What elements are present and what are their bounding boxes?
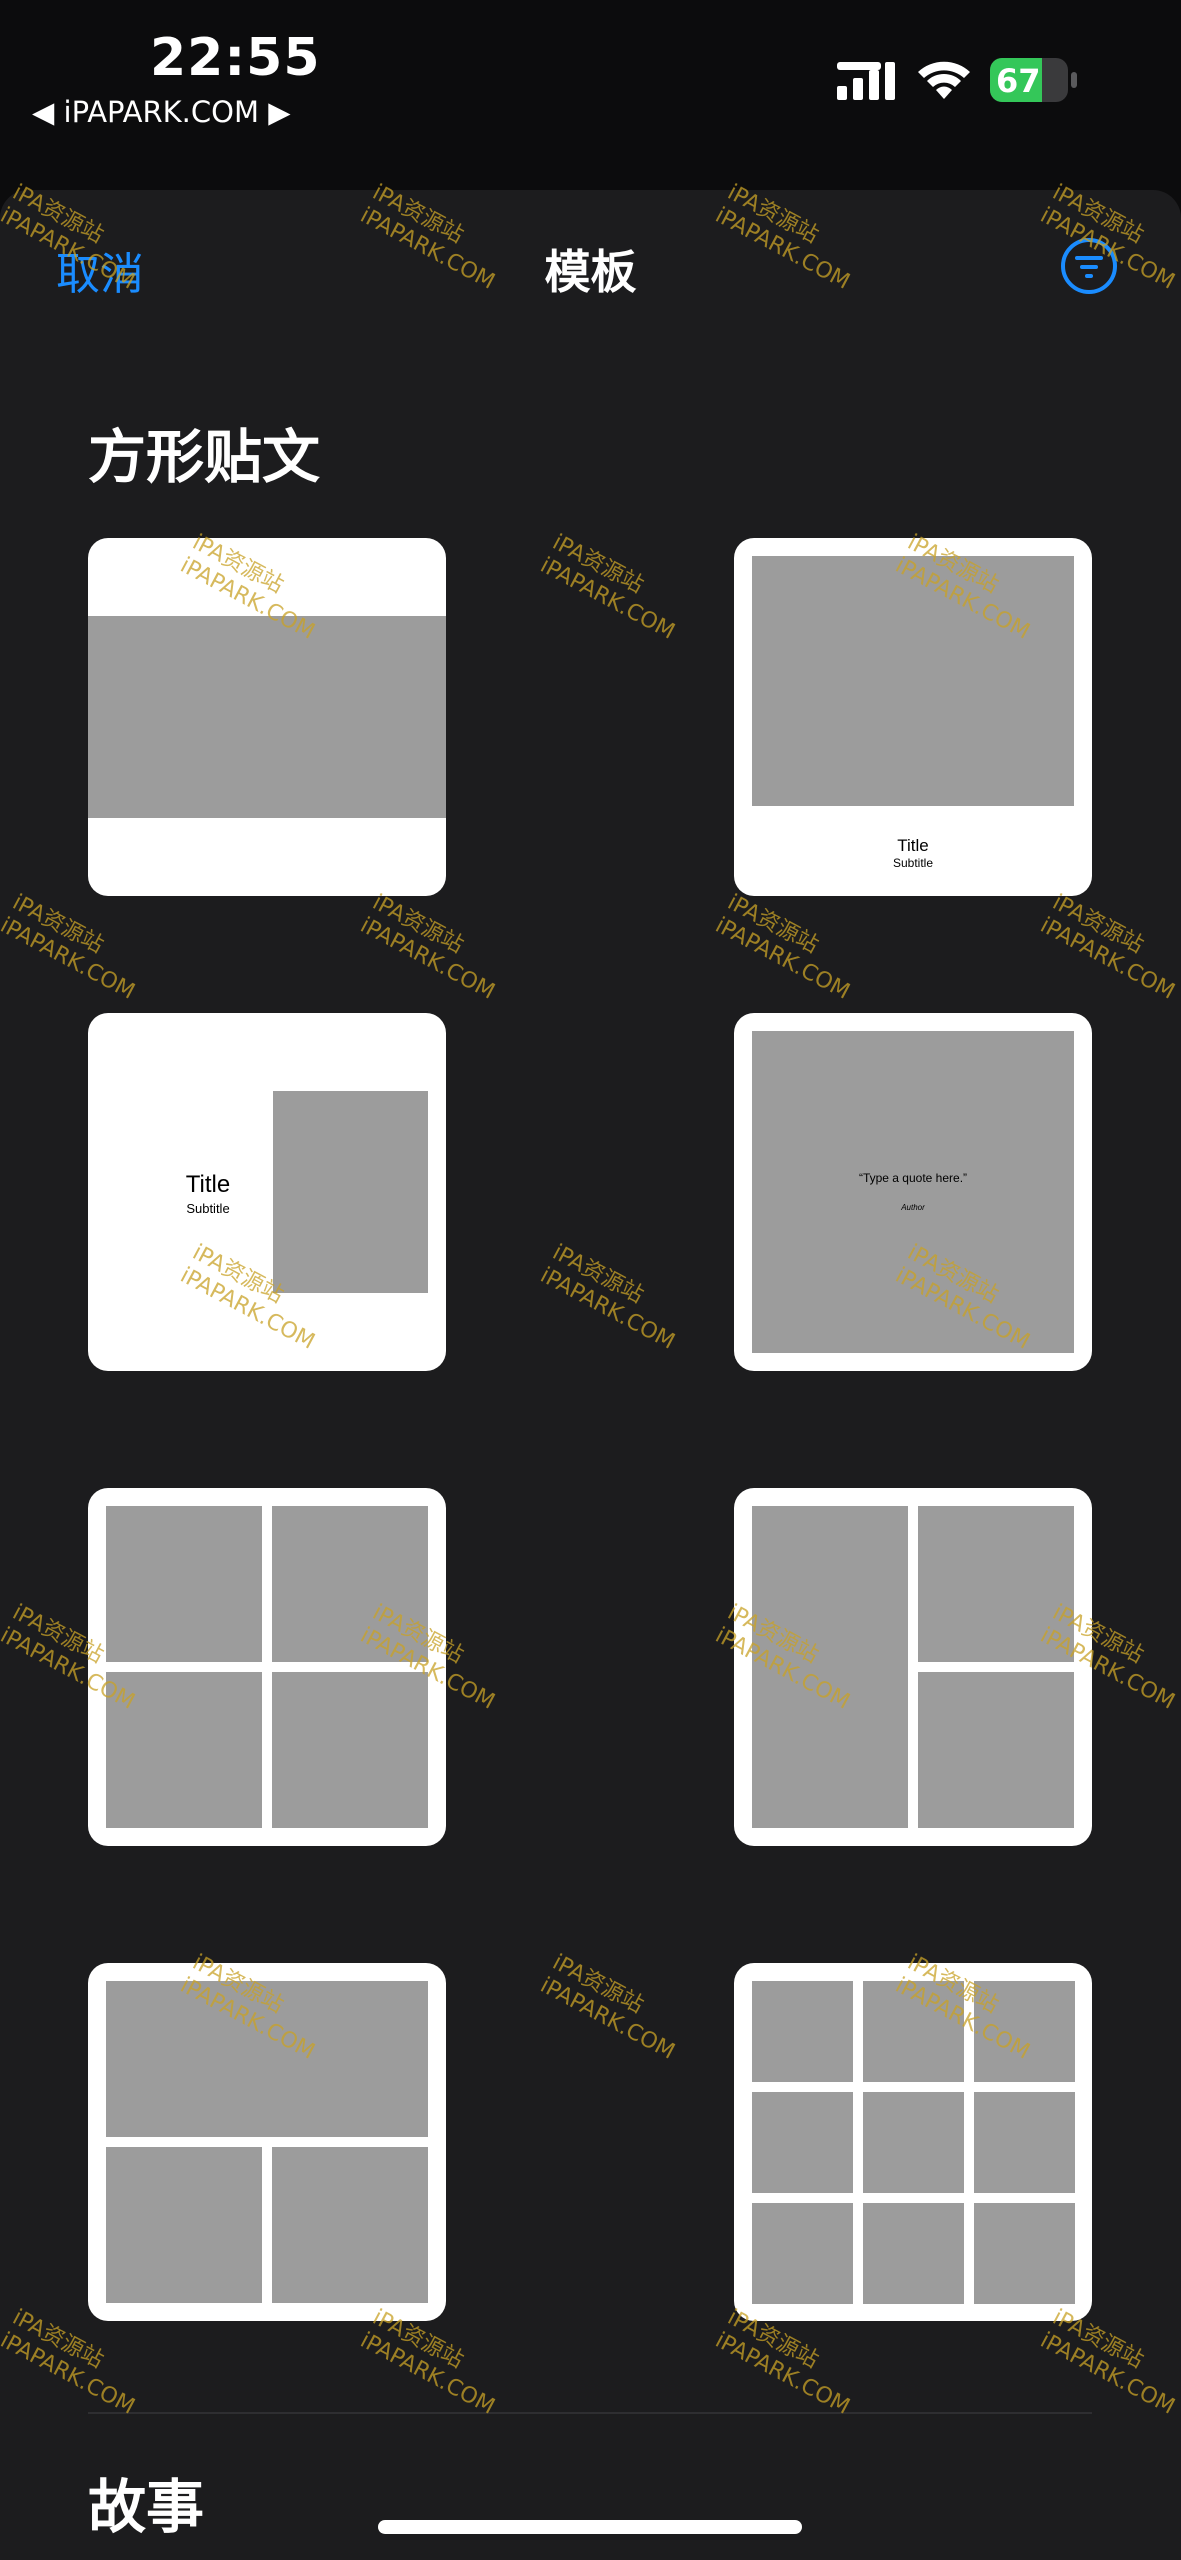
back-to-app-link[interactable]: ◀ iPAPARK.COM ▶ [32,95,291,129]
image-placeholder [974,2203,1075,2304]
image-placeholder [106,2147,262,2303]
image-placeholder [918,1672,1074,1828]
image-placeholder [88,616,446,818]
template-title-text: Title [185,1171,231,1198]
template-subtitle-text: Subtitle [186,1201,230,1216]
image-placeholder [752,2092,853,2193]
image-placeholder [272,2147,428,2303]
template-subtitle-text: Subtitle [892,856,934,870]
image-placeholder [863,2092,964,2193]
wifi-icon [918,61,970,99]
cellular-signal-icon [837,62,895,100]
quote-text: “Type a quote here.” [858,1171,968,1185]
image-placeholder [863,2203,964,2304]
section-title-story: 故事 [88,2473,205,2541]
sheet-title: 模板 [544,245,637,299]
image-placeholder [272,1672,428,1828]
image-placeholder [752,1981,853,2082]
status-time: 22:55 [150,28,321,88]
quote-author: Author [901,1203,925,1212]
image-placeholder [752,2203,853,2304]
section-divider [88,2412,1092,2414]
template-title-text: Title [897,836,929,855]
image-placeholder [106,1506,262,1662]
template-photo-title[interactable]: Title Subtitle [734,538,1092,896]
battery-icon: 67 [990,58,1078,102]
image-placeholder [273,1091,428,1293]
home-indicator [378,2520,802,2534]
section-title-square-post: 方形贴文 [88,423,321,491]
battery-percent: 67 [996,62,1041,100]
status-bar: 22:55 ◀ iPAPARK.COM ▶ 67 [0,0,1181,190]
image-placeholder [974,2092,1075,2193]
